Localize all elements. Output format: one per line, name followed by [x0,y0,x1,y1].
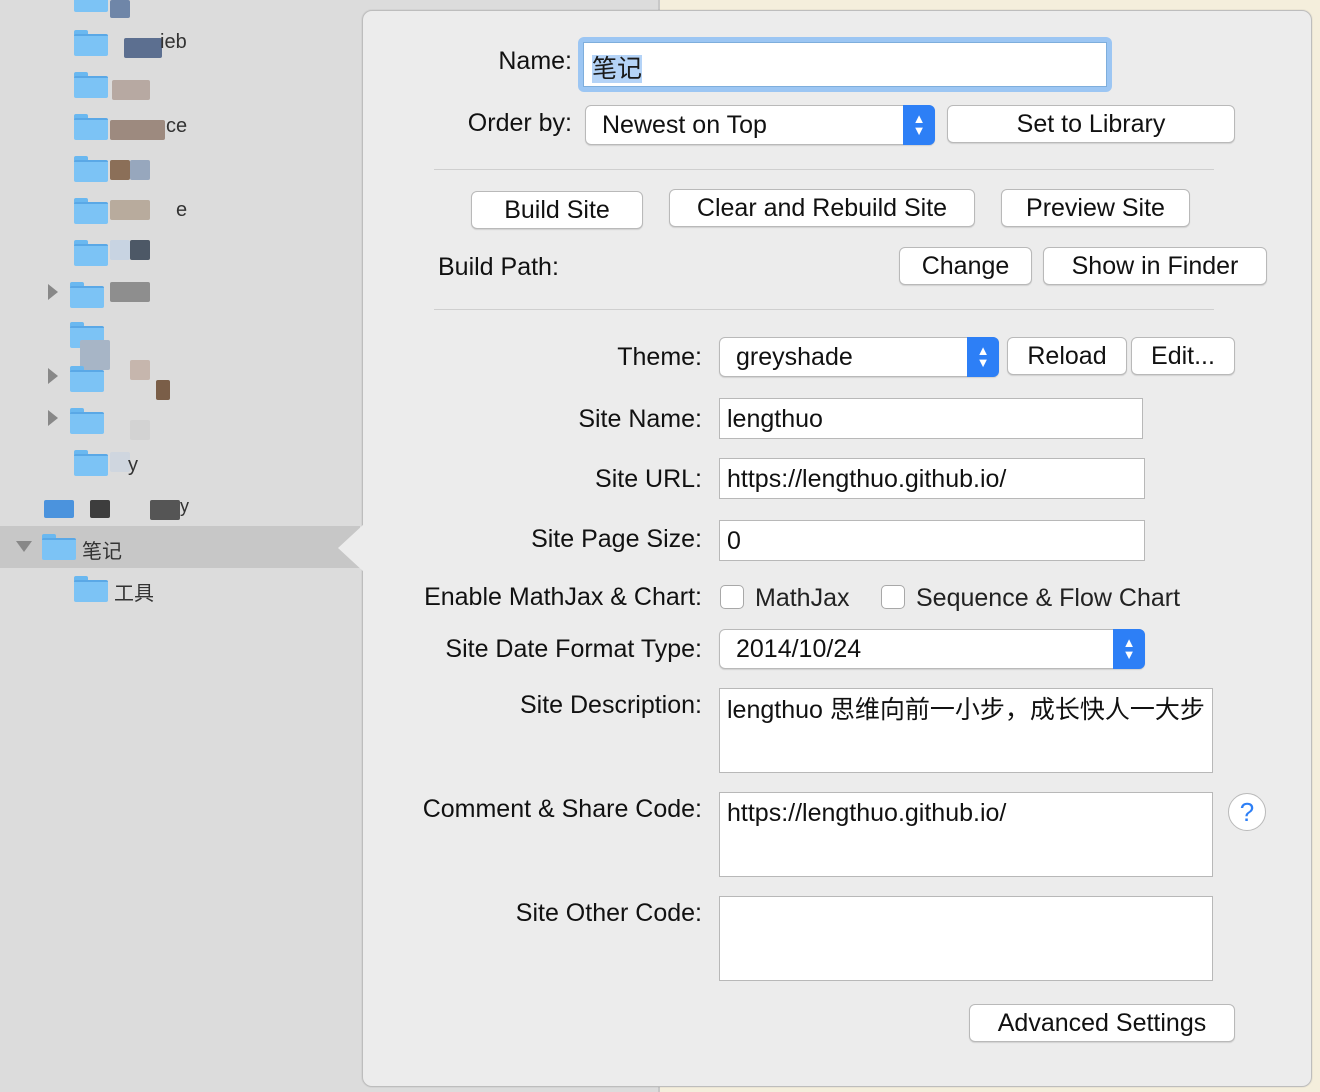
other-code-label: Site Other Code: [515,899,702,927]
sidebar-item-label[interactable]: y [128,454,138,477]
name-label: Name: [498,47,572,75]
redacted-label [110,120,165,140]
folder-icon[interactable] [74,576,108,602]
date-format-select[interactable]: 2014/10/24 ▲ ▼ [719,629,1145,669]
help-icon[interactable]: ? [1228,793,1266,831]
description-textarea[interactable]: lengthuo 思维向前一小步，成长快人一大步 [719,688,1213,773]
sidebar-item-label[interactable]: e [176,199,187,222]
folder-icon[interactable] [74,198,108,224]
redacted-label [130,240,150,260]
flowchart-checkbox[interactable] [881,585,905,609]
preview-site-button[interactable]: Preview Site [1001,189,1190,227]
flowchart-checkbox-label[interactable]: Sequence & Flow Chart [916,584,1180,613]
separator [434,309,1214,310]
redacted-label [156,380,170,400]
sidebar-item-label[interactable]: 笔记 [82,535,122,564]
theme-select[interactable]: greyshade ▲ ▼ [719,337,999,377]
comment-textarea[interactable]: https://lengthuo.github.io/ [719,792,1213,877]
redacted-label [130,420,150,440]
folder-icon[interactable] [74,114,108,140]
disclosure-triangle-icon[interactable] [48,368,58,384]
stepper-icon: ▲ ▼ [967,337,999,377]
folder-icon[interactable] [74,30,108,56]
change-button[interactable]: Change [899,247,1032,285]
sidebar-item-label[interactable]: y [180,496,189,517]
order-by-select[interactable]: Newest on Top ▲ ▼ [585,105,935,145]
site-name-label: Site Name: [578,405,702,433]
redacted-label [110,0,130,18]
date-format-value: 2014/10/24 [736,634,862,663]
build-site-button[interactable]: Build Site [471,191,643,229]
reload-button[interactable]: Reload [1007,337,1127,375]
computer-icon [44,500,74,518]
build-path-label: Build Path: [438,253,559,281]
redacted-label [110,160,130,180]
folder-icon[interactable] [70,408,104,434]
site-url-label: Site URL: [595,465,702,493]
set-to-library-button[interactable]: Set to Library [947,105,1235,143]
other-code-textarea[interactable] [719,896,1213,981]
redacted-label [110,282,150,302]
redacted-label [124,38,162,58]
folder-icon [74,0,108,12]
theme-value: greyshade [736,342,853,371]
folder-icon[interactable] [70,366,104,392]
folder-icon[interactable] [74,450,108,476]
site-url-input[interactable]: https://lengthuo.github.io/ [719,458,1145,499]
popover-arrow [338,524,364,572]
comment-label: Comment & Share Code: [422,795,702,823]
date-format-label: Site Date Format Type: [445,635,702,663]
redacted-label [110,200,150,220]
folder-icon[interactable] [74,72,108,98]
disclosure-triangle-icon[interactable] [16,541,32,552]
page-size-label: Site Page Size: [531,525,702,553]
folder-icon[interactable] [70,282,104,308]
site-name-input[interactable]: lengthuo [719,398,1143,439]
mathjax-checkbox[interactable] [720,585,744,609]
edit-theme-button[interactable]: Edit... [1131,337,1235,375]
stepper-icon: ▲ ▼ [903,105,935,145]
show-in-finder-button[interactable]: Show in Finder [1043,247,1267,285]
disclosure-triangle-icon[interactable] [48,410,58,426]
description-label: Site Description: [519,691,702,719]
separator [434,169,1214,170]
redacted-label [150,500,180,520]
folder-icon[interactable] [74,240,108,266]
redacted-label [112,80,150,100]
redacted-label [110,240,130,260]
mathjax-checkbox-label[interactable]: MathJax [755,584,849,613]
mathjax-label: Enable MathJax & Chart: [424,583,702,611]
sidebar-item-label[interactable]: ieb [160,31,187,54]
stepper-icon: ▲ ▼ [1113,629,1145,669]
redacted-label [130,160,150,180]
redacted-label [130,360,150,380]
name-input[interactable]: 笔记 [583,42,1107,87]
sidebar-item-label[interactable]: 工具 [114,577,154,606]
sidebar-item-label[interactable]: ce [166,115,187,138]
page-size-input[interactable]: 0 [719,520,1145,561]
redacted-label [90,500,110,518]
theme-label: Theme: [617,343,702,371]
name-value: 笔记 [592,55,643,83]
order-by-value: Newest on Top [602,110,767,139]
clear-rebuild-button[interactable]: Clear and Rebuild Site [669,189,975,227]
folder-icon[interactable] [74,156,108,182]
order-by-label: Order by: [467,109,572,137]
advanced-settings-button[interactable]: Advanced Settings [969,1004,1235,1042]
smart-folder-icon[interactable] [42,534,76,560]
disclosure-triangle-icon[interactable] [48,284,58,300]
redacted-label [110,452,130,472]
